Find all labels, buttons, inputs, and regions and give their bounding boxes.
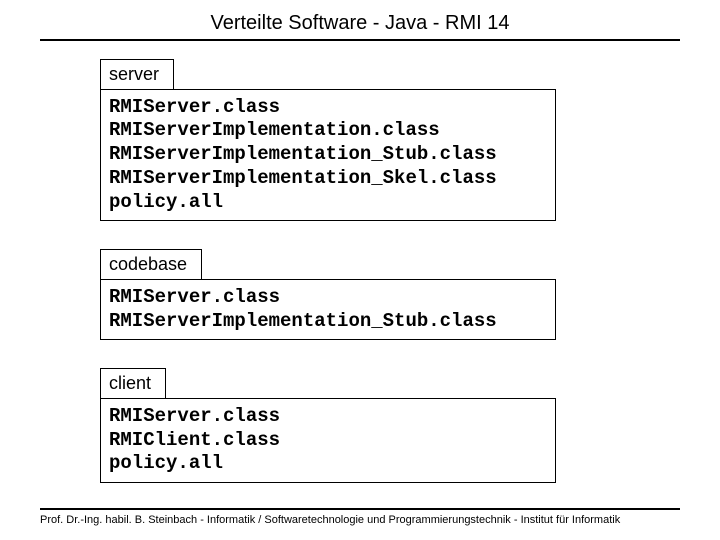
file-line: RMIServer.class bbox=[109, 405, 539, 429]
group-box-codebase: RMIServer.class RMIServerImplementation_… bbox=[100, 279, 556, 341]
footer-text: Prof. Dr.-Ing. habil. B. Steinbach - Inf… bbox=[0, 510, 720, 526]
footer: Prof. Dr.-Ing. habil. B. Steinbach - Inf… bbox=[0, 508, 720, 526]
file-line: policy.all bbox=[109, 452, 539, 476]
group-label-client: client bbox=[100, 368, 166, 399]
slide-page: Verteilte Software - Java - RMI 14 serve… bbox=[0, 0, 720, 540]
page-title: Verteilte Software - Java - RMI 14 bbox=[210, 12, 509, 34]
file-line: RMIServerImplementation_Stub.class bbox=[109, 310, 539, 334]
title-wrap: Verteilte Software - Java - RMI 14 bbox=[0, 0, 720, 35]
file-line: RMIServer.class bbox=[109, 96, 539, 120]
file-line: RMIServerImplementation_Stub.class bbox=[109, 143, 539, 167]
file-line: RMIServerImplementation.class bbox=[109, 119, 539, 143]
content-area: server RMIServer.class RMIServerImplemen… bbox=[0, 41, 720, 483]
file-line: RMIClient.class bbox=[109, 429, 539, 453]
file-line: RMIServer.class bbox=[109, 286, 539, 310]
group-label-server: server bbox=[100, 59, 174, 90]
group-box-server: RMIServer.class RMIServerImplementation.… bbox=[100, 89, 556, 222]
group-server: server RMIServer.class RMIServerImplemen… bbox=[100, 59, 720, 221]
group-box-client: RMIServer.class RMIClient.class policy.a… bbox=[100, 398, 556, 483]
group-client: client RMIServer.class RMIClient.class p… bbox=[100, 368, 720, 483]
group-codebase: codebase RMIServer.class RMIServerImplem… bbox=[100, 249, 720, 340]
file-line: policy.all bbox=[109, 191, 539, 215]
file-line: RMIServerImplementation_Skel.class bbox=[109, 167, 539, 191]
group-label-codebase: codebase bbox=[100, 249, 202, 280]
